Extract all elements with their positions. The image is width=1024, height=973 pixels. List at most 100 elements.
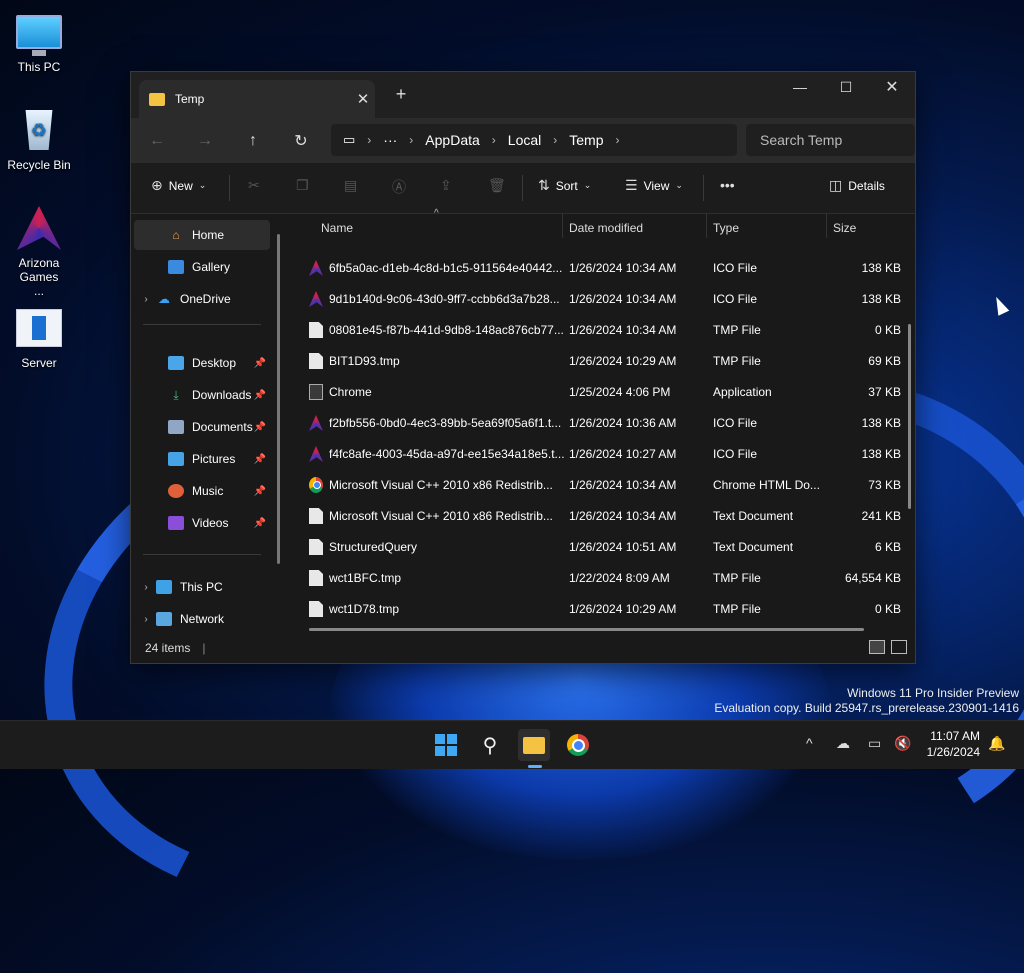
- horizontal-scrollbar[interactable]: [309, 628, 864, 631]
- file-size: 64,554 KB: [844, 571, 901, 585]
- volume-muted-icon[interactable]: 🔇: [894, 735, 911, 752]
- nav-label: OneDrive: [180, 292, 231, 306]
- notification-bell-icon[interactable]: 🔔: [988, 735, 1005, 752]
- new-tab-button[interactable]: +: [389, 84, 413, 105]
- chevron-right-icon[interactable]: ›: [138, 294, 154, 305]
- cut-button[interactable]: ✂: [248, 177, 260, 194]
- desktop-icon-recycle-bin[interactable]: ♻ Recycle Bin: [1, 106, 77, 172]
- back-button[interactable]: ←: [143, 127, 171, 155]
- more-crumbs-icon[interactable]: ···: [383, 132, 397, 148]
- nav-item-desktop[interactable]: Desktop 📌: [134, 348, 270, 378]
- rename-button[interactable]: Ⓐ: [392, 177, 406, 197]
- file-row[interactable]: wct1BFC.tmp 1/22/2024 8:09 AM TMP File 64,5…: [291, 562, 901, 593]
- file-row[interactable]: 08081e45-f87b-441d-9db8-148ac876cb77... 1…: [291, 314, 901, 345]
- paste-button[interactable]: ▤: [344, 177, 357, 194]
- details-view-button[interactable]: [869, 640, 885, 654]
- share-button[interactable]: ⇪: [440, 177, 452, 194]
- desktop-icon-server[interactable]: Server: [1, 304, 77, 370]
- clock[interactable]: 11:07 AM 1/26/2024: [927, 728, 980, 760]
- file-row[interactable]: Chrome 1/25/2024 4:06 PM Application 37 KB: [291, 376, 901, 407]
- file-row[interactable]: f4fc8afe-4003-45da-a97d-ee15e34a18e5.t..…: [291, 438, 901, 469]
- file-row[interactable]: Microsoft Visual C++ 2010 x86 Redistrib.…: [291, 500, 901, 531]
- nav-item-documents[interactable]: Documents 📌: [134, 412, 270, 442]
- onedrive-offline-icon[interactable]: ☁: [836, 735, 850, 752]
- sort-button[interactable]: ⇅ Sort ⌄: [538, 177, 591, 194]
- rename-icon: Ⓐ: [392, 179, 406, 195]
- column-divider[interactable]: [562, 214, 563, 238]
- chrome-taskbar-button[interactable]: [562, 729, 594, 761]
- column-header-type[interactable]: Type: [713, 221, 739, 235]
- file-row[interactable]: StructuredQuery 1/26/2024 10:51 AM Text Do…: [291, 531, 901, 562]
- nav-scrollbar[interactable]: [277, 234, 280, 564]
- nav-item-pictures[interactable]: Pictures 📌: [134, 444, 270, 474]
- up-button[interactable]: ↑: [239, 127, 267, 155]
- breadcrumb-temp[interactable]: Temp: [569, 132, 603, 148]
- file-size: 6 KB: [874, 540, 901, 554]
- desktop-icon-arizona-games[interactable]: Arizona Games ...: [1, 204, 77, 298]
- breadcrumb-local[interactable]: Local: [508, 132, 541, 148]
- file-row[interactable]: f2bfb556-0bd0-4ec3-89bb-5ea69f05a6f1.t..…: [291, 407, 901, 438]
- file-explorer-taskbar-button[interactable]: [518, 729, 550, 761]
- nav-item-videos[interactable]: Videos 📌: [134, 508, 270, 538]
- column-header-size[interactable]: Size: [833, 221, 856, 235]
- videos-icon: [168, 516, 184, 530]
- nav-item-this-pc[interactable]: › This PC: [134, 572, 270, 602]
- desktop-icon-label: Arizona Games ...: [18, 256, 60, 298]
- nav-item-downloads[interactable]: ⤓ Downloads 📌: [134, 380, 270, 410]
- maximize-button[interactable]: ☐: [823, 72, 869, 102]
- nav-item-onedrive[interactable]: › ☁ OneDrive: [134, 284, 270, 314]
- chevron-right-icon[interactable]: ›: [138, 582, 154, 593]
- vertical-scrollbar[interactable]: [908, 324, 911, 509]
- file-size: 0 KB: [874, 323, 901, 337]
- breadcrumb-appdata[interactable]: AppData: [425, 132, 479, 148]
- tiles-view-button[interactable]: [891, 640, 907, 654]
- file-date: 1/26/2024 10:29 AM: [569, 354, 677, 368]
- mouse-cursor: [990, 294, 1010, 316]
- status-bar: 24 items |: [131, 633, 915, 663]
- document-icon: [309, 539, 323, 555]
- file-name: Microsoft Visual C++ 2010 x86 Redistrib.…: [329, 509, 553, 523]
- column-header-date[interactable]: Date modified: [569, 221, 643, 235]
- network-icon[interactable]: ▭: [868, 735, 881, 752]
- close-tab-icon[interactable]: ✕: [351, 90, 375, 108]
- nav-item-music[interactable]: Music 📌: [134, 476, 270, 506]
- file-row[interactable]: 6fb5a0ac-d1eb-4c8d-b1c5-911564e40442... 1…: [291, 252, 901, 283]
- tab-temp[interactable]: Temp ✕: [139, 80, 375, 118]
- search-input[interactable]: Search Temp: [746, 124, 915, 156]
- arizona-logo-icon: [15, 204, 63, 252]
- file-row[interactable]: Microsoft Visual C++ 2010 x86 Redistrib.…: [291, 469, 901, 500]
- desktop-icon-this-pc[interactable]: This PC: [1, 8, 77, 74]
- start-button[interactable]: [430, 729, 462, 761]
- taskbar: ⚲ ^ ☁ ▭ 🔇 11:07 AM 1/26/2024 🔔: [0, 720, 1024, 769]
- more-options-button[interactable]: •••: [720, 177, 735, 193]
- details-pane-button[interactable]: ◫ Details: [829, 177, 885, 194]
- nav-item-gallery[interactable]: Gallery: [134, 252, 270, 282]
- pin-icon: 📌: [253, 453, 266, 465]
- file-date: 1/26/2024 10:34 AM: [569, 323, 677, 337]
- chevron-right-icon[interactable]: ›: [138, 614, 154, 625]
- delete-button[interactable]: 🗑: [488, 177, 506, 194]
- watermark-line-2: Evaluation copy. Build 25947.rs_prerelea…: [714, 701, 1019, 715]
- column-header-name[interactable]: Name: [321, 221, 353, 235]
- file-row[interactable]: BIT1D93.tmp 1/26/2024 10:29 AM TMP File 69 …: [291, 345, 901, 376]
- nav-item-home[interactable]: ⌂ Home: [134, 220, 270, 250]
- column-divider[interactable]: [826, 214, 827, 238]
- column-divider[interactable]: [706, 214, 707, 238]
- file-row[interactable]: 9d1b140d-9c06-43d0-9ff7-ccbb6d3a7b28... 1…: [291, 283, 901, 314]
- new-button[interactable]: ⊕ New ⌄: [151, 177, 206, 194]
- search-button[interactable]: ⚲: [474, 729, 506, 761]
- close-window-button[interactable]: ✕: [869, 72, 915, 102]
- file-size: 138 KB: [861, 447, 901, 461]
- minimize-button[interactable]: —: [777, 72, 823, 102]
- nav-item-network[interactable]: › Network: [134, 604, 270, 634]
- view-button[interactable]: ☰ View ⌄: [625, 177, 683, 194]
- breadcrumb[interactable]: ▭ › ··· › AppData › Local › Temp ›: [331, 124, 737, 156]
- nav-label: Music: [192, 484, 224, 498]
- file-row[interactable]: wct1D78.tmp 1/26/2024 10:29 AM TMP File 0 K…: [291, 593, 901, 624]
- refresh-button[interactable]: ↻: [287, 127, 315, 155]
- copy-button[interactable]: ❐: [296, 177, 309, 194]
- chevron-up-icon[interactable]: ^: [806, 735, 813, 751]
- content-area: ⌂ Home Gallery › ☁ OneDrive Desktop 📌 ⤓ Do…: [131, 208, 915, 634]
- forward-button[interactable]: →: [191, 127, 219, 155]
- share-icon: ⇪: [440, 177, 452, 193]
